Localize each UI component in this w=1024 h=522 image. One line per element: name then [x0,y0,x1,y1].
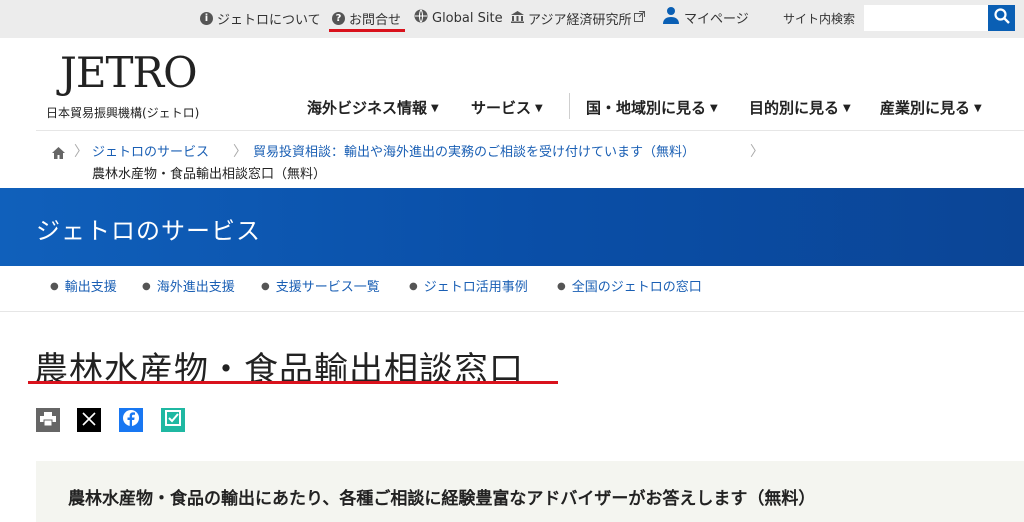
x-icon [82,411,96,430]
subnav-overseas-expansion[interactable]: ● 海外進出支援 [142,276,235,295]
chevron-right-icon: 〉 [750,144,764,160]
subnav-export-support[interactable]: ● 輸出支援 [50,276,117,295]
question-icon: ? [332,12,345,25]
breadcrumb-item[interactable]: ジェトロのサービス [92,141,209,160]
chevron-right-icon: 〉 [74,144,88,160]
mypage-link[interactable]: マイページ [662,6,749,28]
search-button[interactable] [988,5,1015,31]
chevron-right-icon: 〉 [233,144,247,160]
global-site-link[interactable]: Global Site [414,9,503,27]
caret-down-icon: ▼ [535,103,543,114]
logo-subtitle: 日本貿易振興機構(ジェトロ) [46,106,200,120]
lead-text: 農林水産物・食品の輸出にあたり、各種ご相談に経験豊富なアドバイザーがお答えします… [68,489,816,509]
breadcrumb-item[interactable]: 貿易投資相談：輸出や海外進出の実務のご相談を受け付けています（無料） [253,141,695,160]
print-icon [40,411,56,430]
print-button[interactable] [36,408,60,432]
caret-down-icon: ▼ [974,103,982,114]
subnav-divider [0,311,1024,312]
nav-divider [569,93,570,119]
user-icon [662,6,680,28]
subnav-offices[interactable]: ● 全国のジェトロの窓口 [557,276,702,295]
subnav-case-studies[interactable]: ● ジェトロ活用事例 [409,276,528,295]
contact-underline [329,29,405,32]
contact-link[interactable]: ? お問合せ [332,9,401,28]
facebook-icon [122,409,140,431]
external-link-icon [634,11,646,26]
ide-link[interactable]: アジア経済研究所 [511,9,649,28]
bookmark-share-button[interactable] [161,408,185,432]
check-icon [165,410,181,430]
breadcrumb-divider [36,130,1024,131]
caret-down-icon: ▼ [431,103,439,114]
search-input[interactable] [864,5,988,31]
facebook-share-button[interactable] [119,408,143,432]
caret-down-icon: ▼ [710,103,718,114]
title-underline [28,381,558,384]
nav-by-purpose[interactable]: 目的別に見る ▼ [749,97,851,118]
building-icon [511,10,524,27]
search-label: サイト内検索 [783,12,856,26]
breadcrumb-current: 農林水産物・食品輸出相談窓口（無料） [92,167,327,182]
globe-icon [414,9,428,27]
nav-overseas-business[interactable]: 海外ビジネス情報 ▼ [307,97,439,118]
nav-by-industry[interactable]: 産業別に見る ▼ [880,97,982,118]
search-icon [993,8,1010,28]
info-icon: i [200,12,213,25]
caret-down-icon: ▼ [843,103,851,114]
nav-services[interactable]: サービス ▼ [471,97,543,118]
subnav-service-list[interactable]: ● 支援サービス一覧 [261,276,380,295]
home-icon[interactable] [52,144,65,163]
section-title: ジェトロのサービス [36,217,261,245]
nav-by-region[interactable]: 国・地域別に見る ▼ [586,97,718,118]
x-share-button[interactable] [77,408,101,432]
logo[interactable]: JETRO [60,52,198,94]
about-link[interactable]: i ジェトロについて [200,9,321,28]
